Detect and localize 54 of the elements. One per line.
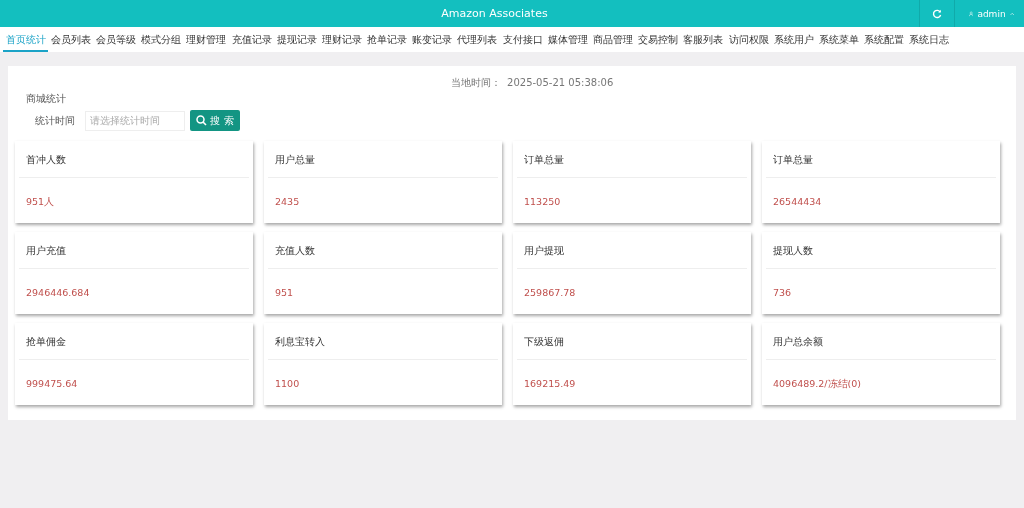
stat-value: 113250 <box>523 195 562 209</box>
nav-tab[interactable]: 系统用户 <box>771 27 817 52</box>
nav-tab[interactable]: 模式分组 <box>138 27 184 52</box>
stat-title: 提现人数 <box>766 232 996 269</box>
refresh-icon <box>932 8 942 19</box>
nav-tab[interactable]: 账变记录 <box>409 27 455 52</box>
stat-title: 充值人数 <box>268 232 498 269</box>
stat-value: 736 <box>772 286 793 300</box>
nav-tab[interactable]: 支付接口 <box>500 27 546 52</box>
date-field[interactable]: 请选择统计时间 <box>85 110 185 131</box>
stat-value: 2435 <box>274 195 301 209</box>
nav-tab[interactable]: 代理列表 <box>454 27 501 52</box>
stat-title: 利息宝转入 <box>268 323 498 360</box>
nav-tab[interactable]: 媒体管理 <box>545 27 591 52</box>
nav-tab[interactable]: 理财记录 <box>319 27 365 52</box>
stat-value: 951人 <box>25 195 56 209</box>
stat-value: 26544434 <box>772 195 823 209</box>
nav-tab[interactable]: 系统日志 <box>906 27 952 52</box>
nav-tab[interactable]: 抢单记录 <box>364 27 410 52</box>
stat-value: 999475.64 <box>25 377 79 391</box>
nav-tab[interactable]: 提现记录 <box>274 27 320 52</box>
search-icon <box>196 115 208 126</box>
stat-value: 951 <box>274 286 295 300</box>
nav-tab[interactable]: 系统配置 <box>861 27 907 52</box>
caret-icon <box>1009 10 1014 17</box>
stat-title: 抢单佣金 <box>19 323 249 360</box>
search-button[interactable]: 搜 索 <box>190 110 240 131</box>
stat-value: 169215.49 <box>523 377 577 391</box>
stat-title: 下级返佣 <box>517 323 747 360</box>
filter-label: 统计时间 <box>35 113 76 128</box>
nav-tab[interactable]: 访问权限 <box>726 27 772 52</box>
stat-value: 4096489.2/冻结(0) <box>772 377 863 391</box>
stat-title: 订单总量 <box>517 141 747 178</box>
user-icon <box>969 8 974 19</box>
stat-title: 用户总余额 <box>766 323 996 360</box>
nav-tab[interactable]: 理财管理 <box>183 27 229 52</box>
stat-value: 1100 <box>274 377 301 391</box>
stat-title: 订单总量 <box>766 141 996 178</box>
stat-title: 用户提现 <box>517 232 747 269</box>
nav-tab[interactable]: 会员列表 <box>48 27 94 52</box>
section-title: 商城统计 <box>26 92 67 106</box>
stat-value: 2946446.684 <box>25 286 91 300</box>
stat-title: 用户总量 <box>268 141 498 178</box>
app-title: Amazon Associates <box>440 7 549 20</box>
nav-tab[interactable]: 充值记录 <box>228 27 275 52</box>
nav-tab[interactable]: 交易控制 <box>635 27 681 52</box>
stat-value: 259867.78 <box>523 286 577 300</box>
nav-tab[interactable]: 客服列表 <box>680 27 726 52</box>
nav-tab[interactable]: 会员等级 <box>93 27 139 52</box>
nav-tab[interactable]: 商品管理 <box>590 27 636 52</box>
local-time: 当地时间： 2025-05-21 05:38:06 <box>450 76 614 90</box>
nav-tab[interactable]: 系统菜单 <box>816 27 862 52</box>
stat-title: 用户充值 <box>19 232 249 269</box>
stat-title: 首冲人数 <box>19 141 249 178</box>
